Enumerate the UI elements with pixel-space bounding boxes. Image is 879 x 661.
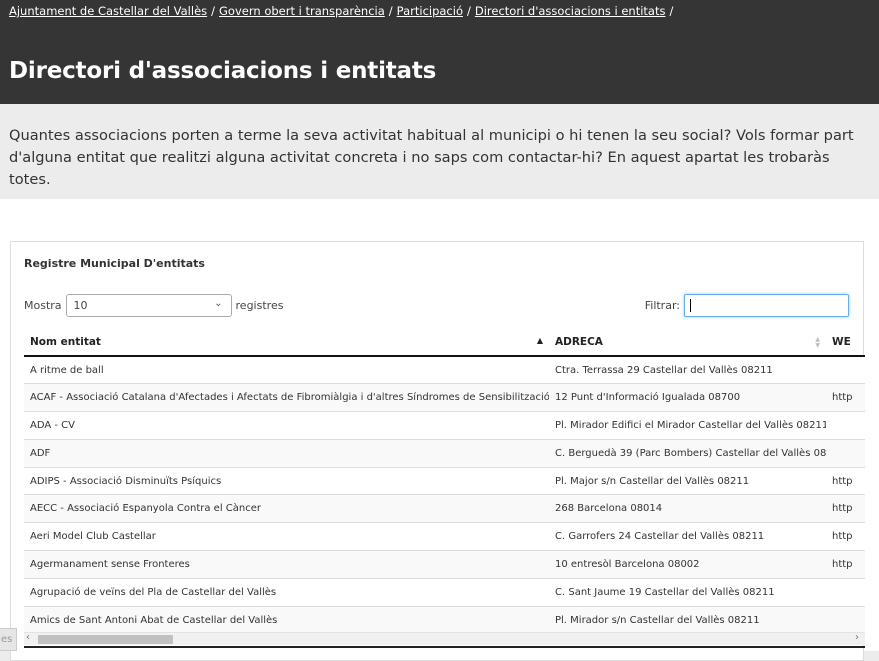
chevron-left-icon[interactable]: ‹: [26, 632, 30, 643]
entities-table: Nom entitat ▲ ADRECA ▲ ▼ WE A ritme de b…: [24, 328, 865, 632]
cell-web[interactable]: [826, 355, 865, 384]
cell-nom-entitat: ACAF - Associació Catalana d'Afectades i…: [24, 383, 549, 412]
breadcrumb-separator: /: [211, 4, 216, 18]
cell-adreca: 12 Punt d'Informació Igualada 08700: [549, 383, 826, 412]
table-header-row: Nom entitat ▲ ADRECA ▲ ▼ WE: [24, 328, 865, 357]
table-row: A ritme de ball Ctra. Terrassa 29 Castel…: [24, 355, 865, 384]
table-row: ADF C. Berguedà 39 (Parc Bombers) Castel…: [24, 438, 865, 468]
cell-adreca: Pl. Mirador s/n Castellar del Vallès 082…: [549, 605, 826, 632]
column-header-adreca[interactable]: ADRECA ▲ ▼: [549, 328, 826, 357]
cell-adreca: Pl. Mirador Edifici el Mirador Castellar…: [549, 411, 826, 440]
breadcrumb-link-participacio[interactable]: Participació: [397, 4, 463, 18]
cell-nom-entitat: AECC - Associació Espanyola Contra el Cà…: [24, 494, 549, 523]
sort-both-icon: ▲ ▼: [815, 336, 820, 349]
text-caret: [690, 299, 691, 312]
page-length-select[interactable]: 10 ⌄: [65, 294, 232, 317]
side-edge-tab[interactable]: es: [0, 628, 17, 651]
length-suffix-label: registres: [235, 299, 284, 312]
cell-web[interactable]: http: [826, 466, 865, 495]
chevron-down-icon: ⌄: [214, 298, 223, 309]
registry-panel: Registre Municipal D'entitats Mostra 10 …: [10, 241, 865, 661]
intro-text: Quantes associacions porten a terme la s…: [9, 127, 854, 188]
page-header: Ajuntament de Castellar del Vallès / Gover…: [0, 0, 879, 104]
scrollbar-thumb[interactable]: [38, 635, 173, 644]
column-header-label: Nom entitat: [30, 335, 101, 348]
cell-adreca: 268 Barcelona 08014: [549, 494, 826, 523]
table-row: Agrupació de veïns del Pla de Castellar …: [24, 577, 865, 607]
cell-adreca: C. Garrofers 24 Castellar del Vallès 082…: [549, 522, 826, 551]
table-row: AECC - Associació Espanyola Contra el Cà…: [24, 494, 865, 523]
horizontal-scrollbar[interactable]: ‹ ›: [24, 632, 865, 645]
table-row: Amics de Sant Antoni Abat de Castellar d…: [24, 605, 865, 632]
page-title: Directori d'associacions i entitats: [9, 58, 437, 84]
cell-web[interactable]: [826, 411, 865, 440]
cell-web[interactable]: http: [826, 494, 865, 523]
table-viewport: Nom entitat ▲ ADRECA ▲ ▼ WE A ritme de b…: [24, 328, 865, 632]
breadcrumb-separator: /: [388, 4, 393, 18]
cell-web[interactable]: http: [826, 383, 865, 412]
cell-adreca: Pl. Major s/n Castellar del Vallès 08211: [549, 466, 826, 495]
cell-nom-entitat: ADA - CV: [24, 411, 549, 440]
page-length-control: Mostra 10 ⌄ registres: [24, 294, 283, 317]
cell-nom-entitat: A ritme de ball: [24, 355, 549, 384]
cell-nom-entitat: Agrupació de veïns del Pla de Castellar …: [24, 577, 549, 607]
table-row: Aeri Model Club Castellar C. Garrofers 2…: [24, 522, 865, 551]
column-header-nom-entitat[interactable]: Nom entitat ▲: [24, 328, 549, 357]
cell-nom-entitat: Amics de Sant Antoni Abat de Castellar d…: [24, 605, 549, 632]
cell-nom-entitat: ADF: [24, 438, 549, 468]
cell-adreca: 10 entresòl Barcelona 08002: [549, 550, 826, 579]
panel-title: Registre Municipal D'entitats: [24, 257, 205, 270]
chevron-right-icon[interactable]: ›: [855, 632, 859, 643]
cell-nom-entitat: Aeri Model Club Castellar: [24, 522, 549, 551]
table-row: ACAF - Associació Catalana d'Afectades i…: [24, 383, 865, 412]
cell-adreca: Ctra. Terrassa 29 Castellar del Vallès 0…: [549, 355, 826, 384]
filter-label: Filtrar:: [644, 299, 680, 312]
filter-input[interactable]: [684, 294, 849, 317]
column-header-web[interactable]: WE: [826, 328, 865, 357]
column-header-label: WE: [832, 335, 851, 348]
cell-web[interactable]: http: [826, 522, 865, 551]
column-header-label: ADRECA: [555, 335, 603, 348]
content-area: Registre Municipal D'entitats Mostra 10 …: [0, 199, 879, 661]
cell-nom-entitat: Agermanament sense Fronteres: [24, 550, 549, 579]
cell-adreca: C. Sant Jaume 19 Castellar del Vallès 08…: [549, 577, 826, 607]
table-row: ADIPS - Associació Disminuïts Psíquics P…: [24, 466, 865, 495]
length-prefix-label: Mostra: [24, 299, 62, 312]
cell-adreca: C. Berguedà 39 (Parc Bombers) Castellar …: [549, 438, 826, 468]
filter-control: Filtrar:: [645, 294, 849, 317]
breadcrumb-link-govern-obert[interactable]: Govern obert i transparència: [219, 4, 385, 18]
breadcrumb-link-directori[interactable]: Directori d'associacions i entitats: [475, 4, 666, 18]
table-bottom-rule: [24, 646, 865, 648]
breadcrumb-link-ajuntament[interactable]: Ajuntament de Castellar del Vallès: [9, 4, 207, 18]
breadcrumb: Ajuntament de Castellar del Vallès / Gover…: [9, 4, 677, 18]
cell-web[interactable]: [826, 577, 865, 607]
cell-nom-entitat: ADIPS - Associació Disminuïts Psíquics: [24, 466, 549, 495]
table-row: Agermanament sense Fronteres 10 entresòl…: [24, 550, 865, 579]
table-row: ADA - CV Pl. Mirador Edifici el Mirador …: [24, 411, 865, 440]
cell-web[interactable]: http: [826, 550, 865, 579]
cell-web[interactable]: [826, 438, 865, 468]
page-length-value: 10: [73, 299, 88, 312]
sort-asc-icon: ▲: [536, 336, 543, 345]
breadcrumb-separator: /: [467, 4, 471, 18]
breadcrumb-separator: /: [669, 4, 674, 18]
cell-web[interactable]: [826, 605, 865, 632]
